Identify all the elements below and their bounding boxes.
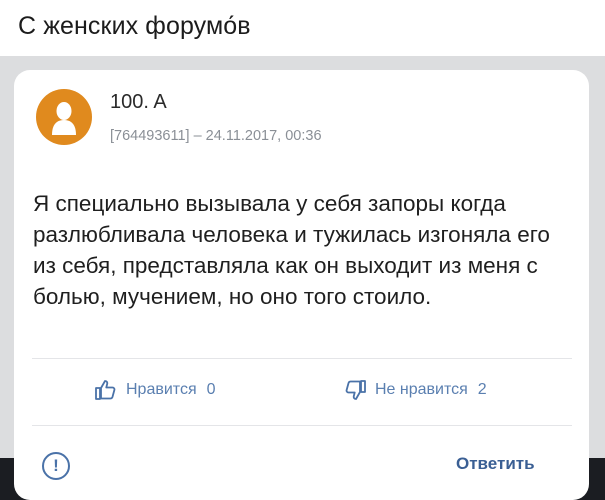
post-caption: С женских форумо́в [18, 12, 251, 40]
post-meta: [764493611] – 24.11.2017, 00:36 [110, 128, 322, 144]
post-body: Я специально вызывала у себя запоры когд… [33, 191, 550, 309]
author-name[interactable]: 100. A [110, 91, 167, 114]
divider [32, 425, 572, 426]
dislike-button[interactable]: Не нравится 2 [343, 378, 487, 402]
dislike-label: Не нравится [375, 381, 468, 398]
report-button[interactable]: ! [42, 452, 70, 480]
report-icon: ! [53, 456, 59, 475]
like-label: Нравится [126, 381, 197, 398]
like-count: 0 [206, 381, 216, 398]
thumbs-down-icon [345, 380, 366, 400]
avatar-silhouette-icon [52, 102, 76, 135]
thumbs-up-icon [95, 380, 116, 400]
dislike-count: 2 [477, 381, 487, 398]
divider [32, 358, 572, 359]
like-button[interactable]: Нравится 0 [94, 378, 216, 402]
avatar[interactable] [36, 89, 92, 145]
reply-button[interactable]: Ответить [456, 454, 535, 474]
